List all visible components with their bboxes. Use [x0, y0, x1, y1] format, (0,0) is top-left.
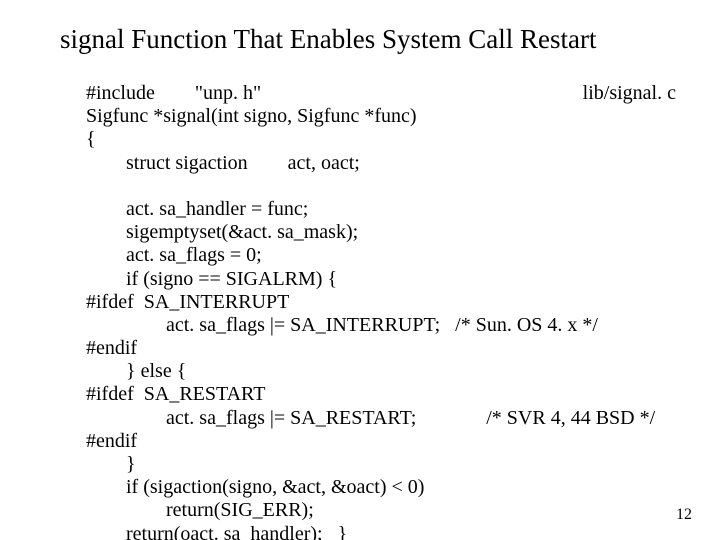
slide: signal Function That Enables System Call…: [0, 0, 720, 540]
code-line: {: [86, 128, 96, 150]
code-line: Sigfunc *signal(int signo, Sigfunc *func…: [86, 105, 417, 127]
code-line: #include "unp. h": [86, 82, 261, 104]
code-line: #endif: [86, 337, 137, 359]
page-title: signal Function That Enables System Call…: [60, 24, 700, 55]
code-line: struct sigaction act, oact;: [86, 152, 360, 174]
code-line: if (signo == SIGALRM) {: [86, 268, 337, 290]
code-line: if (sigaction(signo, &act, &oact) < 0): [86, 476, 424, 498]
code-line: act. sa_flags |= SA_INTERRUPT; /* Sun. O…: [86, 314, 598, 336]
code-line: #ifdef SA_RESTART: [86, 383, 265, 405]
code-line: return(oact. sa_handler); }: [86, 523, 347, 540]
page-number: 12: [676, 506, 692, 524]
code-line: #endif: [86, 430, 137, 452]
code-block: #include "unp. h" Sigfunc *signal(int si…: [86, 82, 676, 540]
code-line: act. sa_flags |= SA_RESTART; /* SVR 4, 4…: [86, 407, 655, 429]
code-line: sigemptyset(&act. sa_mask);: [86, 221, 358, 243]
code-line: act. sa_handler = func;: [86, 198, 308, 220]
code-line: }: [86, 453, 136, 475]
code-line: } else {: [86, 360, 186, 382]
code-line: return(SIG_ERR);: [86, 499, 314, 521]
code-line: act. sa_flags = 0;: [86, 244, 262, 266]
code-line: #ifdef SA_INTERRUPT: [86, 291, 289, 313]
